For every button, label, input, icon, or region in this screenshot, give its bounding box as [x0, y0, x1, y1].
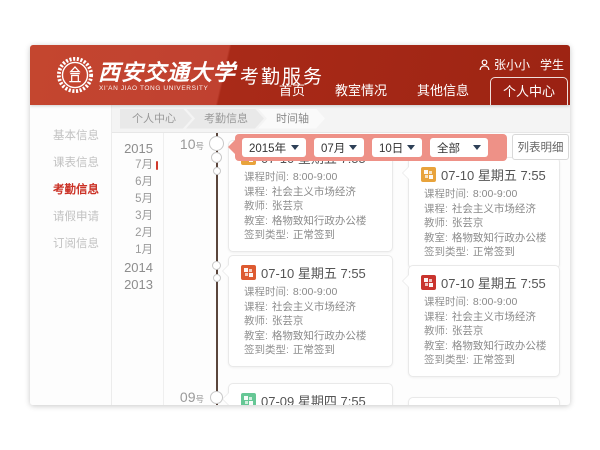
day-marker-10: 10号 — [168, 136, 204, 154]
status-badge-icon — [241, 393, 256, 406]
breadcrumb-item-personal-center[interactable]: 个人中心 — [120, 109, 192, 129]
timeline-scale-feb[interactable]: 2月 — [123, 225, 153, 242]
caret-down-icon — [291, 145, 299, 150]
timeline-scale: 2015 7月 6月 5月 3月 2月 1月 2014 2013 — [123, 140, 153, 293]
card-date: 07-10 星期五 7:55 — [261, 263, 366, 282]
year-select[interactable]: 2015年 — [242, 138, 306, 157]
university-logo-icon — [56, 56, 94, 94]
card-header: 07-09 星期四 7:55 — [241, 390, 382, 405]
selected-month-indicator — [156, 161, 158, 170]
timeline-scale-mar[interactable]: 3月 — [123, 208, 153, 225]
status-badge-icon — [241, 265, 256, 280]
card-tail — [403, 167, 409, 179]
sidebar-item-subscription-info[interactable]: 订阅信息 — [30, 231, 111, 258]
timeline-scale-jan[interactable]: 1月 — [123, 242, 153, 259]
card-header: 07-10 星期五 7:55 — [421, 164, 549, 184]
timeline-scale-jun[interactable]: 6月 — [123, 174, 153, 191]
sidebar-item-schedule-info[interactable]: 课表信息 — [30, 150, 111, 177]
sidebar: 基本信息 课表信息 考勤信息 请假申请 订阅信息 — [30, 105, 112, 405]
timeline-scale-2013[interactable]: 2013 — [123, 276, 153, 293]
caret-down-icon — [473, 145, 481, 150]
user-role: 学生 — [540, 56, 564, 73]
timeline-node-dot — [211, 152, 222, 163]
timeline-node-dot — [212, 261, 221, 270]
breadcrumb: 个人中心 考勤信息 时间轴 — [112, 105, 570, 133]
attendance-card: 07-10 星期五 7:55 课程时间:8:00-9:00 课程:社会主义市场经… — [228, 255, 393, 367]
timeline-node-dot — [210, 391, 223, 404]
attendance-card: 07-09 星期四 7:55 — [228, 383, 393, 405]
user-name: 张小小 — [494, 56, 530, 73]
month-select-value: 07月 — [321, 140, 345, 156]
user-info[interactable]: 张小小 学生 — [479, 56, 564, 73]
card-fields: 课程时间:8:00-9:00 课程:社会主义市场经济 教师:张芸京 教室:格物致… — [421, 187, 549, 260]
filter-bar-tail — [228, 140, 235, 154]
timeline-scale-2014[interactable]: 2014 — [123, 259, 153, 276]
timeline-scale-may[interactable]: 5月 — [123, 191, 153, 208]
timeline-node-dot — [213, 167, 221, 175]
sidebar-item-leave-request[interactable]: 请假申请 — [30, 204, 111, 231]
attendance-card: 07-10 星期五 7:55 课程时间:8:00-9:00 课程:社会主义市场经… — [408, 157, 560, 269]
main-nav: 首页 教室情况 其他信息 个人中心 — [264, 77, 568, 105]
university-name-zh: 西安交通大学 — [98, 55, 236, 87]
year-select-value: 2015年 — [249, 140, 286, 156]
attendance-card: 07-10 星期五 7:55 课程时间:8:00-9:00 课程:社会主义市场经… — [408, 265, 560, 377]
attendance-card-partial — [408, 397, 560, 405]
card-date: 07-10 星期五 7:55 — [441, 165, 546, 184]
filter-bar: 2015年 07月 10日 全部 — [235, 134, 507, 161]
app-header: 西安交通大学 XI'AN JIAO TONG UNIVERSITY 考勤服务 张… — [30, 45, 570, 105]
card-tail — [403, 275, 409, 287]
nav-item-personal-center[interactable]: 个人中心 — [490, 77, 568, 105]
type-select[interactable]: 全部 — [430, 138, 488, 157]
card-header: 07-10 星期五 7:55 — [241, 262, 382, 282]
caret-down-icon — [349, 145, 357, 150]
app-window: 西安交通大学 XI'AN JIAO TONG UNIVERSITY 考勤服务 张… — [30, 45, 570, 405]
day-select-value: 10日 — [379, 140, 403, 156]
status-badge-icon — [421, 275, 436, 290]
timeline-node-dot — [209, 136, 224, 151]
nav-item-other-info[interactable]: 其他信息 — [402, 77, 484, 105]
timeline-scale-2015[interactable]: 2015 — [123, 140, 153, 157]
university-name-en: XI'AN JIAO TONG UNIVERSITY — [99, 85, 208, 92]
type-select-value: 全部 — [437, 140, 460, 156]
timeline-scale-jul[interactable]: 7月 — [123, 157, 153, 174]
card-date: 07-10 星期五 7:55 — [441, 273, 546, 292]
status-badge-icon — [421, 167, 436, 182]
list-detail-button[interactable]: 列表明细 — [512, 134, 569, 160]
card-fields: 课程时间:8:00-9:00 课程:社会主义市场经济 教师:张芸京 教室:格物致… — [241, 285, 382, 358]
card-tail — [223, 393, 229, 405]
day-select[interactable]: 10日 — [372, 138, 422, 157]
card-header: 07-10 星期五 7:55 — [421, 272, 549, 292]
column-separator — [163, 133, 164, 405]
sidebar-item-attendance-info[interactable]: 考勤信息 — [30, 177, 111, 204]
breadcrumb-item-timeline[interactable]: 时间轴 — [258, 109, 325, 129]
card-fields: 课程时间:8:00-9:00 课程:社会主义市场经济 教师:张芸京 教室:格物致… — [421, 295, 549, 368]
nav-item-home[interactable]: 首页 — [264, 77, 320, 105]
card-tail — [223, 265, 229, 277]
month-select[interactable]: 07月 — [314, 138, 364, 157]
sidebar-item-basic-info[interactable]: 基本信息 — [30, 123, 111, 150]
page-background: 西安交通大学 XI'AN JIAO TONG UNIVERSITY 考勤服务 张… — [0, 0, 600, 450]
breadcrumb-item-attendance-info[interactable]: 考勤信息 — [186, 109, 264, 129]
user-icon — [479, 59, 490, 71]
card-fields: 课程时间:8:00-9:00 课程:社会主义市场经济 教师:张芸京 教室:格物致… — [241, 170, 382, 243]
caret-down-icon — [407, 145, 415, 150]
day-marker-09: 09号 — [168, 389, 204, 405]
timeline-node-dot — [213, 274, 221, 282]
nav-item-classrooms[interactable]: 教室情况 — [320, 77, 402, 105]
card-date: 07-09 星期四 7:55 — [261, 391, 366, 406]
